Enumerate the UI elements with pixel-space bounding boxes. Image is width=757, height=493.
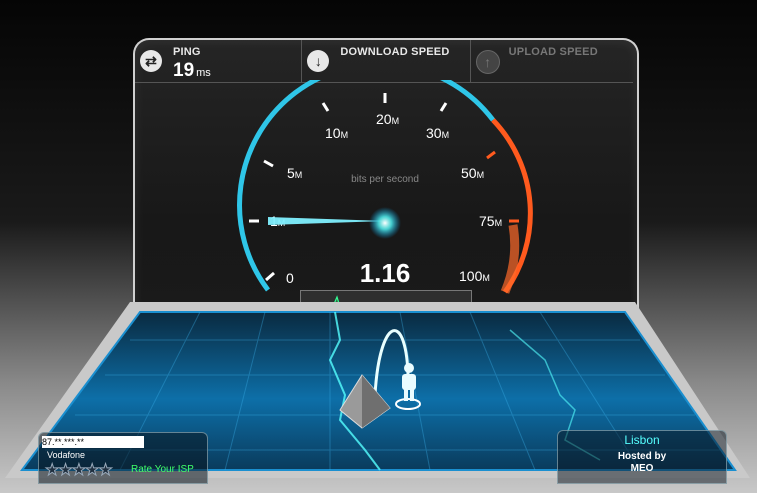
star-icon[interactable]: ★ (58, 460, 73, 480)
ping-section: ⇄ PING 19 ms (135, 40, 303, 82)
gauge-tick-50m: 50M (461, 165, 484, 181)
metrics-bar: ⇄ PING 19 ms ↓ DOWNLOAD SPEED ↑ UPLOAD SP… (135, 40, 633, 83)
gauge-needle (268, 217, 385, 225)
server-city[interactable]: Lisbon (558, 433, 726, 447)
swap-arrows-icon: ⇄ (140, 50, 162, 72)
unit-caption: bits per second (351, 174, 419, 185)
star-icon[interactable]: ★ (85, 460, 100, 480)
rate-isp-link[interactable]: Rate Your ISP (131, 464, 194, 475)
gauge-tick-20m: 20M (376, 111, 399, 127)
star-icon[interactable]: ★ (71, 460, 86, 480)
needle-hub (369, 207, 401, 239)
gauge-tick-10m: 10M (325, 125, 348, 141)
download-label: DOWNLOAD SPEED (340, 46, 450, 58)
rating-stars[interactable]: ★★★★★ (44, 460, 113, 480)
hosted-by-label: Hosted by (617, 451, 667, 462)
gauge-tick-5m: 5M (287, 165, 302, 181)
isp-name: Vodafone (47, 450, 86, 460)
gauge-tick-30m: 30M (426, 125, 449, 141)
up-arrow-icon: ↑ (475, 50, 500, 74)
gauge-tick-75m: 75M (479, 213, 502, 229)
upload-section: ↑ UPLOAD SPEED (471, 40, 633, 82)
upload-label: UPLOAD SPEED (508, 46, 598, 58)
down-arrow-icon: ↓ (307, 50, 330, 72)
ping-unit: ms (196, 67, 211, 79)
isp-panel: 87.**.***.** Vodafone ★★★★★ Rate Your IS… (38, 432, 208, 484)
server-host: MEO (630, 463, 654, 474)
ip-address: 87.**.***.** (42, 436, 144, 448)
gauge-arc-glow (500, 224, 520, 294)
gauge-tick-0: 0 (286, 270, 294, 286)
gauge-tick-100m: 100M (459, 268, 490, 284)
ping-value: 19 ms (173, 60, 211, 81)
speed-readout: 1.16 (359, 258, 411, 288)
download-section: ↓ DOWNLOAD SPEED (302, 40, 471, 82)
star-icon[interactable]: ★ (44, 460, 59, 480)
server-panel: Lisbon Hosted by MEO (557, 430, 727, 484)
star-icon[interactable]: ★ (98, 460, 113, 480)
ping-label: PING (173, 46, 201, 58)
